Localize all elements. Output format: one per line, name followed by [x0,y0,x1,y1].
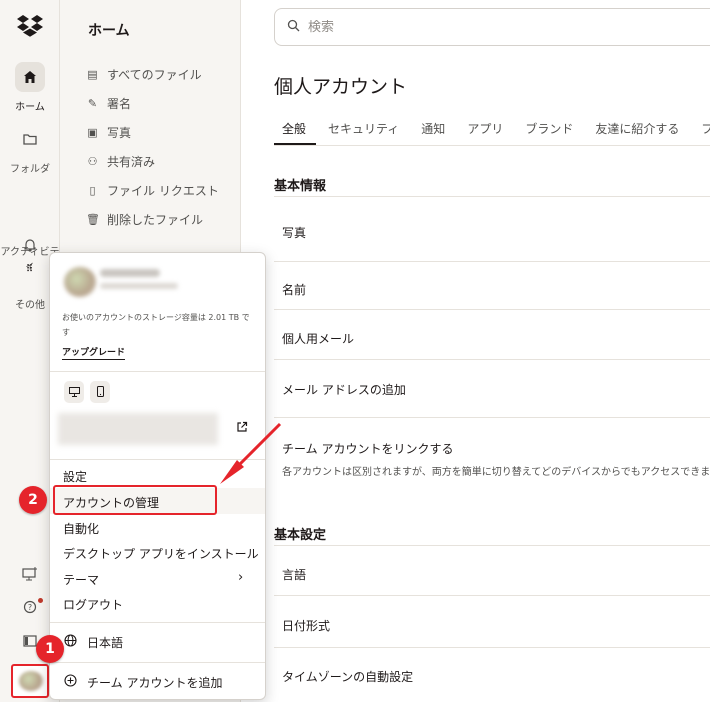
desktop-plus-icon[interactable] [20,567,40,587]
avatar [19,671,43,691]
menu-item-add-team[interactable]: チーム アカウントを追加 [64,674,222,691]
nav-item-label: 写真 [107,126,132,140]
svg-text:?: ? [28,603,32,612]
external-link-icon[interactable] [236,421,248,436]
row-language[interactable]: 言語 [274,545,710,595]
nav-item-deleted[interactable]: 🗑 削除したファイル [86,211,203,228]
search-icon [287,19,300,36]
tab-apps[interactable]: アプリ [459,112,513,145]
row-label: メール アドレスの追加 [282,383,406,397]
photo-icon: ▣ [87,126,98,139]
row-timezone[interactable]: タイムゾーンの自動設定 [274,647,710,702]
tab-brand[interactable]: ブランド [517,112,583,145]
files-icon: ▤ [87,68,98,81]
nav-item-signature[interactable]: ✎ 署名 [86,95,131,112]
tab-notifications[interactable]: 通知 [413,112,455,145]
row-label: 個人用メール [282,332,355,346]
upgrade-link[interactable]: アップグレード [62,345,126,360]
row-label: 写真 [282,226,307,240]
rail-item-home[interactable]: ホーム [0,62,60,113]
highlight-box [53,485,217,515]
rail-label-home: ホーム [15,102,45,113]
bell-icon [15,200,45,252]
menu-item-automation[interactable]: 自動化 [63,520,99,537]
row-link-team[interactable]: チーム アカウントをリンクする 各アカウントは区別されますが、両方を簡単に切り替… [274,417,710,497]
tab-general[interactable]: 全般 [274,112,317,145]
user-name-redacted [100,269,160,277]
menu-item-install-desktop[interactable]: デスクトップ アプリをインストール [63,545,259,562]
chevron-right-icon: › [238,570,244,585]
dropbox-logo-icon[interactable] [16,14,44,38]
divider [50,459,265,460]
folder-icon [15,124,45,154]
rail-label-folder: フォルダ [10,164,50,175]
menu-item-logout[interactable]: ログアウト [63,596,123,613]
nav-item-label: 署名 [107,97,132,111]
row-label: チーム アカウントをリンクする [282,442,454,456]
search-input[interactable] [308,19,688,35]
rail-item-folder[interactable]: フォルダ [0,124,60,175]
menu-item-theme[interactable]: テーマ › [63,570,243,588]
linked-account-redacted[interactable] [58,413,218,445]
avatar [64,267,96,297]
nav-title: ホーム [88,23,130,39]
row-personal-email[interactable]: 個人用メール [274,309,710,359]
row-photo[interactable]: 写真 [274,196,710,261]
divider [50,622,265,623]
tab-referral[interactable]: 友達に紹介する [587,112,689,145]
mobile-device-icon[interactable] [90,381,110,403]
section-preferences: 基本設定 [274,528,327,543]
divider [50,371,265,372]
page-title: 個人アカウント [274,76,408,98]
trash-icon: 🗑 [86,213,100,226]
nav-item-label: 共有済み [107,155,156,169]
row-description: 各アカウントは区別されますが、両方を簡単に切り替えてどのデバイスからでもアクセス… [282,467,710,478]
tab-security[interactable]: セキュリティ [320,112,409,145]
desktop-device-icon[interactable] [64,381,84,403]
grid-icon: ⠿ [25,264,35,275]
divider [50,662,265,663]
signature-icon: ✎ [87,97,98,110]
step-badge-2: 2 [19,486,47,514]
menu-item-label: チーム アカウントを追加 [87,676,223,690]
menu-item-language[interactable]: 日本語 [64,634,123,651]
help-icon[interactable]: ? [20,598,43,620]
row-label: タイムゾーンの自動設定 [282,670,414,684]
settings-tabs: 全般 セキュリティ 通知 アプリ ブランド 友達に紹介する プ [274,112,710,146]
file-request-icon: ▯ [89,184,96,197]
account-avatar-button[interactable] [11,664,49,698]
row-label: 日付形式 [282,619,331,633]
nav-item-label: ファイル リクエスト [107,184,219,198]
menu-item-label: 日本語 [87,636,124,650]
row-label: 言語 [282,568,307,582]
nav-item-shared[interactable]: ⚇ 共有済み [86,153,155,170]
storage-text: お使いのアカウントのストレージ容量は 2.01 TB で す [62,313,250,337]
row-label: 名前 [282,283,307,297]
tab-plan[interactable]: プ [693,112,710,145]
menu-item-settings[interactable]: 設定 [63,468,87,485]
row-name[interactable]: 名前 [274,261,710,309]
globe-icon [64,634,77,651]
home-icon [15,62,45,92]
row-date-format[interactable]: 日付形式 [274,595,710,647]
nav-item-all-files[interactable]: ▤ すべてのファイル [86,66,202,83]
section-basic-info: 基本情報 [274,179,327,194]
plus-circle-icon [64,674,77,691]
menu-item-label: テーマ [63,573,100,587]
nav-item-photos[interactable]: ▣ 写真 [86,124,131,141]
nav-item-file-requests[interactable]: ▯ ファイル リクエスト [86,182,219,199]
step-badge-1: 1 [36,635,64,663]
row-add-email[interactable]: メール アドレスの追加 [274,359,710,417]
shared-icon: ⚇ [87,155,98,168]
user-email-redacted [100,283,178,289]
rail-label-more: その他 [15,300,45,311]
nav-item-label: 削除したファイル [107,213,204,227]
account-menu: お使いのアカウントのストレージ容量は 2.01 TB で す アップグレード 設… [49,252,266,700]
notification-dot [38,598,43,603]
search-bar[interactable] [274,8,710,46]
nav-item-label: すべてのファイル [107,68,202,82]
